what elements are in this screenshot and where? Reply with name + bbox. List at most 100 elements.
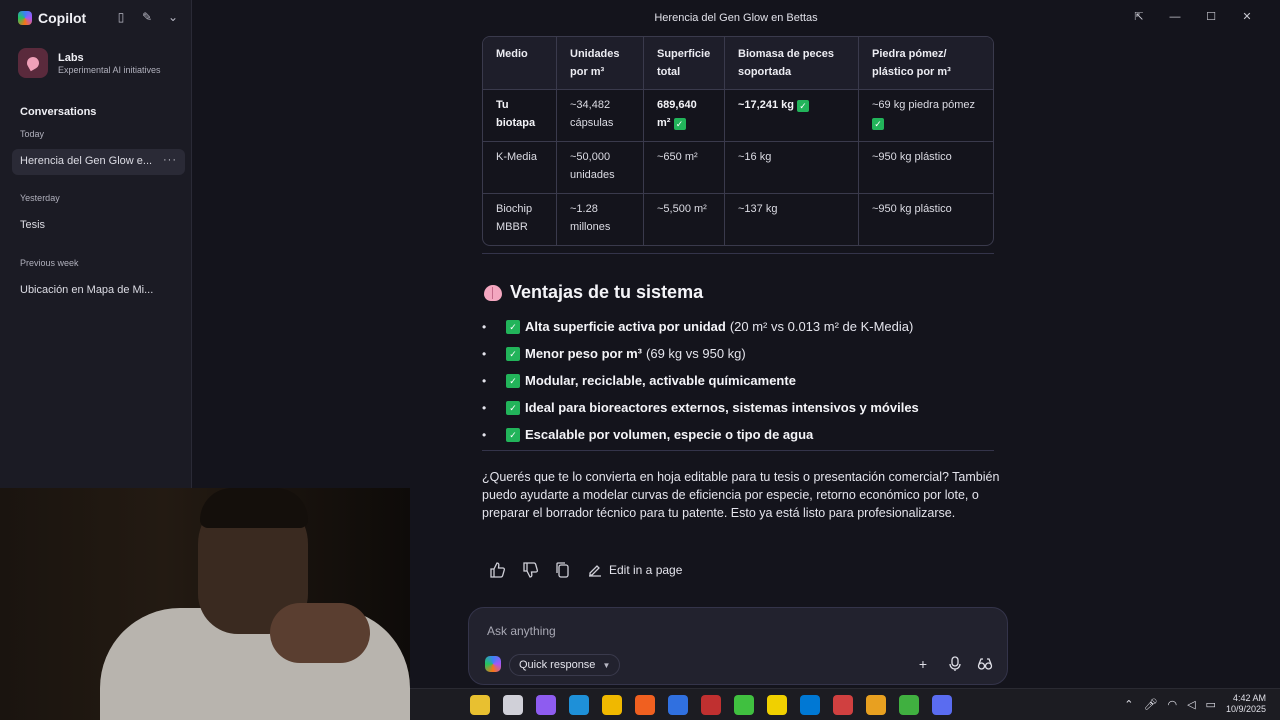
edit-in-page-button[interactable]: Edit in a page [587,562,682,578]
bullet-rest: (20 m² vs 0.013 m² de K-Media) [729,319,914,334]
edit-page-icon [589,565,601,577]
person-hair [200,488,308,528]
labs-title: Labs [58,51,84,64]
pop-out-icon[interactable]: ⇱ [1132,10,1146,24]
check-icon: ✓ [506,319,520,334]
table-cell: ~950 kg plástico [858,141,993,193]
close-icon[interactable]: ✕ [1240,10,1254,24]
labs-entry[interactable]: Labs Experimental AI initiatives [18,48,161,78]
chat-input-box[interactable]: Ask anything Quick response ▼ + [468,607,1008,685]
check-icon: ✓ [872,118,884,130]
divider [482,253,994,254]
group-yesterday: Yesterday [20,193,60,203]
taskbar-app-icon[interactable] [734,695,754,715]
conversation-label: Tesis [20,219,46,231]
taskbar-app-icon[interactable] [668,695,688,715]
taskbar-app-icon[interactable] [701,695,721,715]
chat-input-placeholder[interactable]: Ask anything [487,624,556,638]
taskbar-app-icon[interactable] [932,695,952,715]
table-cell: ~950 kg plástico [858,193,993,245]
check-icon: ✓ [673,118,686,130]
clock-date: 10/9/2025 [1225,704,1266,714]
labs-icon [18,48,48,78]
check-icon: ✓ [506,400,520,415]
list-item: • ✓ Modular, reciclable, activable química… [482,373,796,388]
check-icon: ✓ [797,100,810,112]
conversations-heading: Conversations [20,106,97,118]
bullet-bold: Ideal para bioreactores externos, sistem… [525,400,919,415]
divider [482,450,994,451]
table-cell: ~69 kg piedra pómez ✓ [858,89,993,141]
advantages-list: • ✓ Alta superficie activa por unidad (20 m… [482,313,923,448]
clock[interactable]: 4:42 AM 10/9/2025 [1226,693,1266,715]
more-options-icon[interactable]: ··· [163,154,177,166]
table-cell: K-Media [483,141,556,193]
microphone-icon[interactable] [947,656,963,672]
add-icon[interactable]: + [915,656,931,672]
sidebar-toggle-icon[interactable]: ▯ [114,10,128,24]
list-item: • ✓ Alta superficie activa por unidad (20 m… [482,319,914,334]
conversation-label: Herencia del Gen Glow e... [20,155,153,167]
quick-response-dropdown[interactable]: Quick response ▼ [509,654,621,676]
taskbar: ⌃ 🎤︎ ◠ ◁ ▭ 4:42 AM 10/9/2025 [410,688,1280,720]
system-tray: ⌃ 🎤︎ ◠ ◁ ▭ 4:42 AM 10/9/2025 [1124,693,1266,715]
table-cell: Tu biotapa [483,89,556,141]
section-heading-text: Ventajas de tu sistema [510,282,704,302]
battery-icon[interactable]: ▭ [1206,698,1216,711]
window-title: Herencia del Gen Glow en Bettas [654,12,818,24]
response-paragraph: ¿Querés que te lo convierta en hoja edit… [482,470,1000,520]
copilot-brand[interactable]: Copilot [18,10,86,26]
check-icon: ✓ [506,346,520,361]
table-cell: ~5,500 m² [643,193,724,245]
copilot-mode-icon[interactable] [485,656,501,672]
taskbar-app-icon[interactable] [800,695,820,715]
taskbar-app-icon[interactable] [569,695,589,715]
mic-tray-icon[interactable]: 🎤︎ [1144,698,1158,711]
message-actions: Edit in a page [488,561,682,579]
list-item: • ✓ Ideal para bioreactores externos, sist… [482,400,919,415]
table-cell: ~50,000 unidades [556,141,643,193]
taskbar-app-icon[interactable] [536,695,556,715]
speaker-icon[interactable]: ◁ [1187,698,1195,711]
brain-icon [484,284,502,301]
chevron-up-icon[interactable]: ⌃ [1124,698,1133,711]
webcam-overlay [0,488,410,720]
taskbar-app-icon[interactable] [767,695,787,715]
new-chat-icon[interactable]: ✎ [140,10,154,24]
table-cell: ~1.28 millones [556,193,643,245]
wifi-icon[interactable]: ◠ [1167,698,1177,711]
title-bar: Herencia del Gen Glow en Bettas ⇱ — ☐ ✕ [192,0,1280,36]
cell-text: ~69 kg piedra pómez [872,99,976,111]
conversation-label: Ubicación en Mapa de Mi... [20,284,154,296]
person-hand [270,603,370,663]
table-cell: Biochip MBBR [483,193,556,245]
copy-icon[interactable] [554,561,572,579]
taskbar-app-icon[interactable] [635,695,655,715]
taskbar-app-icon[interactable] [833,695,853,715]
minimize-icon[interactable]: — [1168,10,1182,24]
copilot-logo-icon [18,11,32,25]
conversation-item-active[interactable]: Herencia del Gen Glow e... ··· [12,149,185,175]
taskbar-app-icon[interactable] [602,695,622,715]
bullet-bold: Modular, reciclable, activable químicame… [525,373,796,388]
conversation-item[interactable]: Tesis [12,213,185,239]
section-heading: Ventajas de tu sistema [484,282,703,303]
table-header: Biomasa de peces soportada [724,37,858,89]
taskbar-app-icon[interactable] [899,695,919,715]
vision-glasses-icon[interactable] [977,656,993,672]
thumbs-down-icon[interactable] [521,561,539,579]
chevron-down-icon[interactable]: ⌄ [166,10,180,24]
thumbs-up-icon[interactable] [488,561,506,579]
taskbar-app-icon[interactable] [503,695,523,715]
taskbar-app-icon[interactable] [470,695,490,715]
conversation-item[interactable]: Ubicación en Mapa de Mi... [12,278,185,304]
maximize-icon[interactable]: ☐ [1204,10,1218,24]
taskbar-app-icon[interactable] [866,695,886,715]
mode-label: Quick response [519,659,596,671]
table-header: Medio [483,37,556,89]
check-icon: ✓ [506,427,520,442]
table-row: K-Media ~50,000 unidades ~650 m² ~16 kg … [483,141,993,193]
brand-label: Copilot [38,10,87,26]
labs-subtitle: Experimental AI initiatives [58,64,161,75]
group-today: Today [20,129,45,139]
